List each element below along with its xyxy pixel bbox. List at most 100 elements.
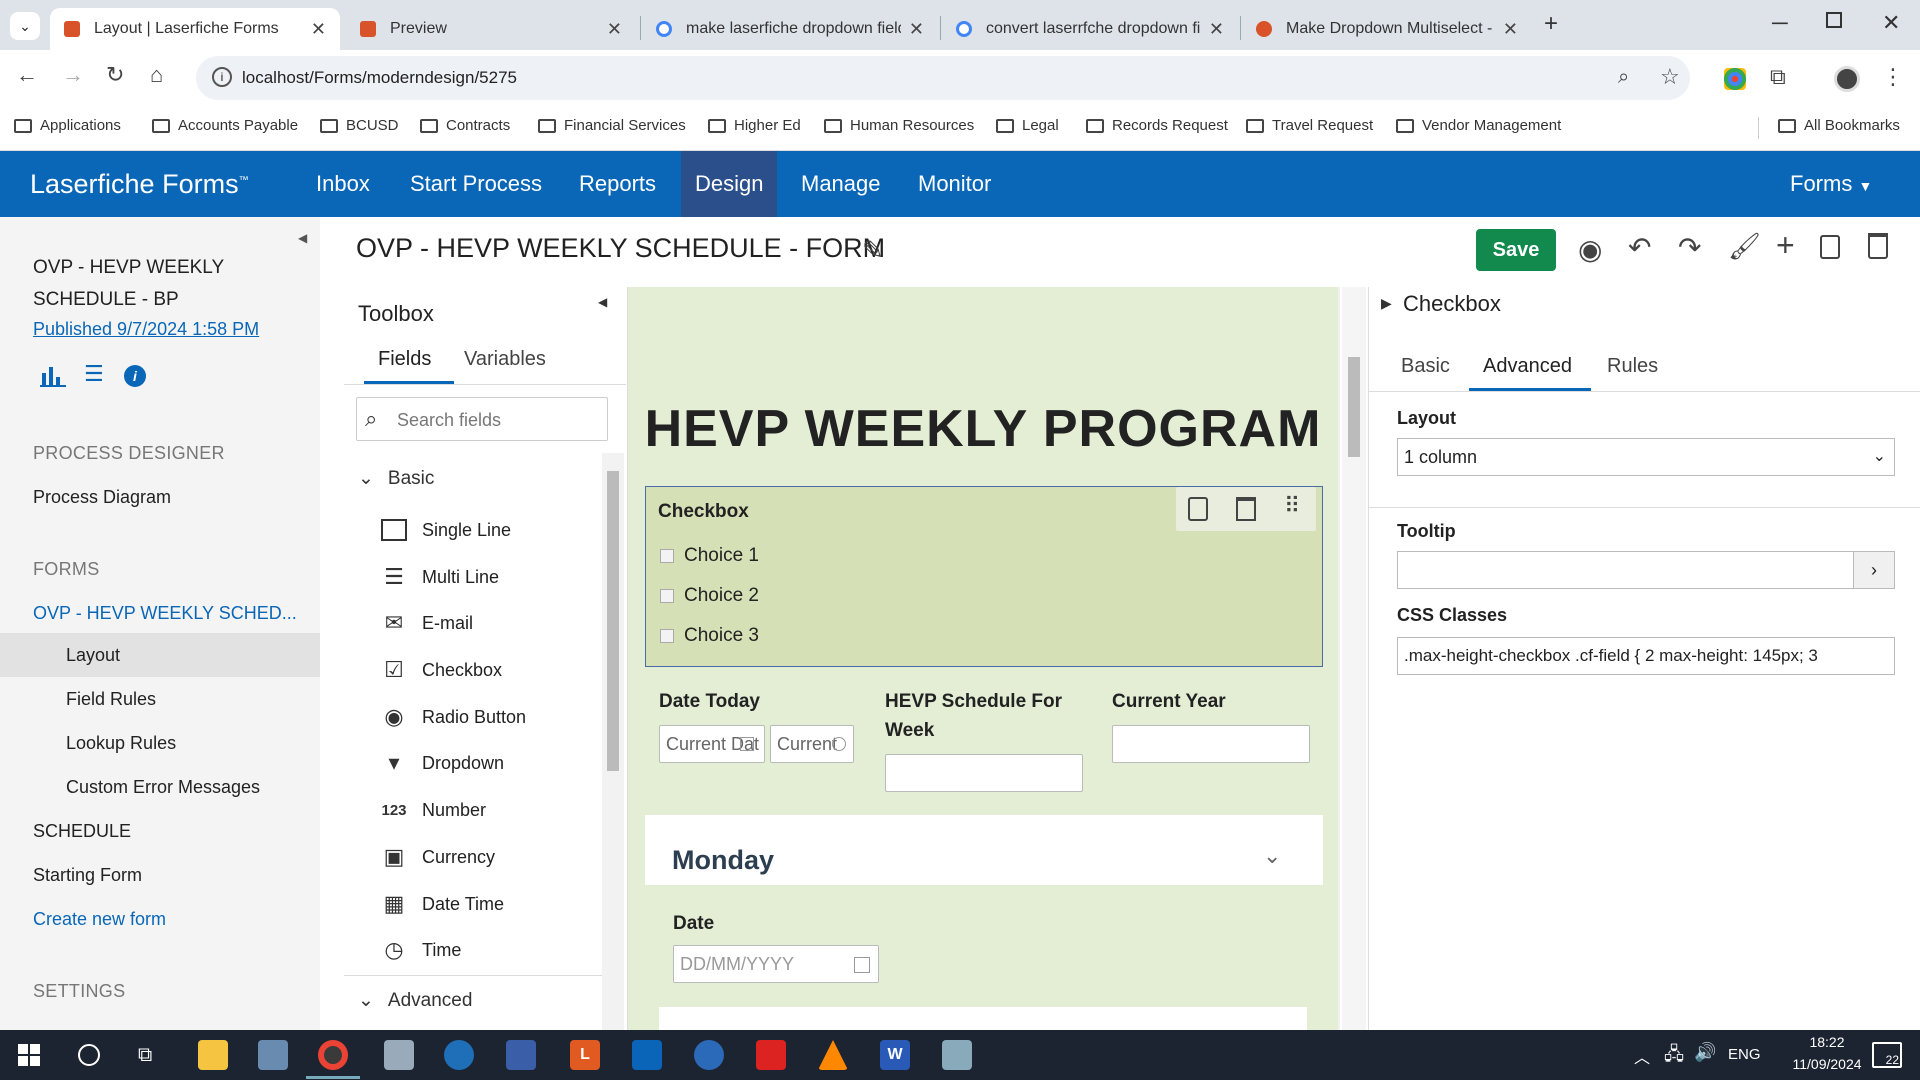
css-classes-input[interactable]: .max-height-checkbox .cf-field { 2 max-h… — [1397, 637, 1895, 675]
site-info-icon[interactable]: i — [212, 67, 232, 87]
toolbox-currency[interactable]: ▣ Currency — [380, 843, 495, 871]
current-year-input[interactable] — [1112, 725, 1310, 763]
bookmark-applications[interactable]: Applications — [14, 117, 121, 134]
advanced-section-header[interactable]: ⌄ Advanced — [358, 989, 472, 1012]
tab-search-button[interactable]: ⌄ — [10, 12, 40, 40]
acrobat-icon[interactable] — [756, 1040, 786, 1070]
volume-icon[interactable]: 🔊 — [1694, 1042, 1716, 1063]
nav-field-rules[interactable]: Field Rules — [66, 689, 156, 710]
close-tab-icon[interactable]: ✕ — [607, 19, 622, 40]
browser-tab-layout[interactable]: Layout | Laserfiche Forms ✕ — [50, 8, 340, 50]
nav-inbox[interactable]: Inbox — [302, 151, 384, 217]
tab-variables[interactable]: Variables — [464, 348, 546, 371]
delete-trash-icon[interactable] — [1868, 233, 1888, 259]
browser-tab-google-1[interactable]: make laserfiche dropdown field ✕ — [642, 8, 938, 50]
toolbox-number[interactable]: 123 Number — [380, 796, 486, 824]
monday-section-header[interactable]: Monday ⌄ — [645, 815, 1323, 885]
tooltip-expand-icon[interactable]: › — [1853, 551, 1895, 589]
new-tab-icon[interactable]: + — [1544, 10, 1558, 38]
toolbox-radio[interactable]: ◉ Radio Button — [380, 703, 526, 731]
nav-reports[interactable]: Reports — [565, 151, 670, 217]
chevron-down-icon[interactable]: ⌄ — [1263, 843, 1281, 869]
browser-tab-google-2[interactable]: convert laserrfche dropdown fie ✕ — [942, 8, 1238, 50]
bookmark-travel-request[interactable]: Travel Request — [1246, 117, 1373, 134]
apps-grid-icon[interactable] — [1724, 68, 1746, 90]
bookmark-legal[interactable]: Legal — [996, 117, 1059, 134]
nav-lookup-rules[interactable]: Lookup Rules — [66, 733, 176, 754]
toolbox-single-line[interactable]: Single Line — [380, 516, 511, 544]
toolbox-email[interactable]: ✉ E-mail — [380, 609, 473, 637]
checkbox-box[interactable] — [660, 549, 674, 563]
window-close-icon[interactable]: ✕ — [1882, 10, 1900, 36]
restore-icon[interactable] — [1826, 12, 1842, 28]
bookmark-higher-ed[interactable]: Higher Ed — [708, 117, 801, 134]
bookmark-bcusd[interactable]: BCUSD — [320, 117, 399, 134]
toolbox-checkbox[interactable]: ☑ Checkbox — [380, 656, 502, 684]
drag-handle-icon[interactable]: ⠿ — [1284, 493, 1300, 519]
save-button[interactable]: Save — [1476, 229, 1556, 271]
expand-caret-icon[interactable]: ▶ — [1381, 295, 1392, 312]
bookmark-vendor-management[interactable]: Vendor Management — [1396, 117, 1561, 134]
basic-section-header[interactable]: ⌄ Basic — [358, 467, 434, 490]
clock[interactable]: 18:22 11/09/2024 — [1782, 1034, 1872, 1072]
back-icon[interactable]: ← — [16, 62, 38, 88]
tab-fields[interactable]: Fields — [378, 348, 431, 371]
nav-process-diagram[interactable]: Process Diagram — [33, 487, 171, 508]
network-icon[interactable]: 🖧 — [1664, 1042, 1684, 1072]
remote-desktop-icon[interactable] — [942, 1040, 972, 1070]
home-icon[interactable]: ⌂ — [150, 62, 163, 88]
bookmark-all[interactable]: All Bookmarks — [1778, 117, 1900, 134]
checkbox-box[interactable] — [660, 629, 674, 643]
calendar-icon[interactable] — [740, 737, 754, 751]
toolbox-date-time[interactable]: ▦ Date Time — [380, 890, 504, 918]
edit-pencil-icon[interactable]: ✎ — [862, 235, 884, 266]
circle-app-icon[interactable] — [694, 1040, 724, 1070]
collapse-nav-icon[interactable]: ◀ — [298, 231, 307, 245]
toolbox-dropdown[interactable]: ▾ Dropdown — [380, 749, 504, 777]
windows-start-icon[interactable] — [18, 1044, 40, 1066]
info-icon[interactable]: i — [124, 365, 146, 387]
choice-1[interactable]: Choice 1 — [660, 545, 759, 567]
bookmark-contracts[interactable]: Contracts — [420, 117, 510, 134]
laserfiche-app-icon[interactable]: L — [570, 1040, 600, 1070]
search-circle-icon[interactable] — [78, 1044, 100, 1066]
checkbox-field-selected[interactable]: Checkbox ⠿ Choice 1 Choice 2 Choice 3 — [645, 486, 1323, 667]
bookmark-financial-services[interactable]: Financial Services — [538, 117, 686, 134]
map-app-icon[interactable] — [444, 1040, 474, 1070]
layout-select[interactable]: 1 column ⌄ — [1397, 438, 1895, 476]
browser-tab-preview[interactable]: Preview ✕ — [346, 8, 636, 50]
address-bar[interactable]: i localhost/Forms/moderndesign/5275 ⌕ ☆ — [196, 56, 1690, 100]
nav-layout[interactable]: Layout — [66, 645, 120, 666]
nav-design[interactable]: Design — [681, 151, 778, 217]
nav-starting-form[interactable]: Starting Form — [33, 865, 142, 886]
nav-custom-errors[interactable]: Custom Error Messages — [66, 777, 260, 798]
zoom-icon[interactable]: ⌕ — [1618, 66, 1629, 89]
brand-logo[interactable]: Laserfiche Forms™ — [30, 169, 249, 200]
copy-icon[interactable] — [1820, 235, 1840, 259]
toolbox-time[interactable]: ◷ Time — [380, 936, 461, 964]
undo-icon[interactable]: ↶ — [1628, 231, 1651, 264]
redo-icon[interactable]: ↷ — [1678, 231, 1701, 264]
delete-field-icon[interactable] — [1236, 497, 1256, 521]
clock-icon[interactable] — [832, 737, 846, 751]
add-icon[interactable]: + — [1776, 227, 1795, 264]
bookmark-human-resources[interactable]: Human Resources — [824, 117, 974, 134]
extensions-icon[interactable]: ⧉ — [1770, 64, 1786, 90]
document-app-icon[interactable] — [384, 1040, 414, 1070]
language-indicator[interactable]: ENG — [1728, 1046, 1761, 1063]
browser-menu-icon[interactable]: ⋮ — [1882, 64, 1904, 90]
theme-brush-icon[interactable]: 🖌 — [1728, 231, 1761, 262]
forward-icon[interactable]: → — [62, 62, 84, 88]
outlook-icon[interactable] — [632, 1040, 662, 1070]
profile-avatar[interactable] — [1834, 66, 1860, 92]
nav-current-form[interactable]: OVP - HEVP WEEKLY SCHED... — [33, 603, 297, 624]
search-list-icon[interactable]: ☰ — [84, 361, 104, 387]
file-explorer-icon[interactable] — [198, 1040, 228, 1070]
word-icon[interactable]: W — [880, 1040, 910, 1070]
reload-icon[interactable]: ↻ — [106, 62, 124, 88]
nav-start-process[interactable]: Start Process — [396, 151, 556, 217]
nav-monitor[interactable]: Monitor — [904, 151, 1005, 217]
tab-rules[interactable]: Rules — [1607, 355, 1658, 378]
choice-3[interactable]: Choice 3 — [660, 625, 759, 647]
close-tab-icon[interactable]: ✕ — [1503, 19, 1518, 40]
